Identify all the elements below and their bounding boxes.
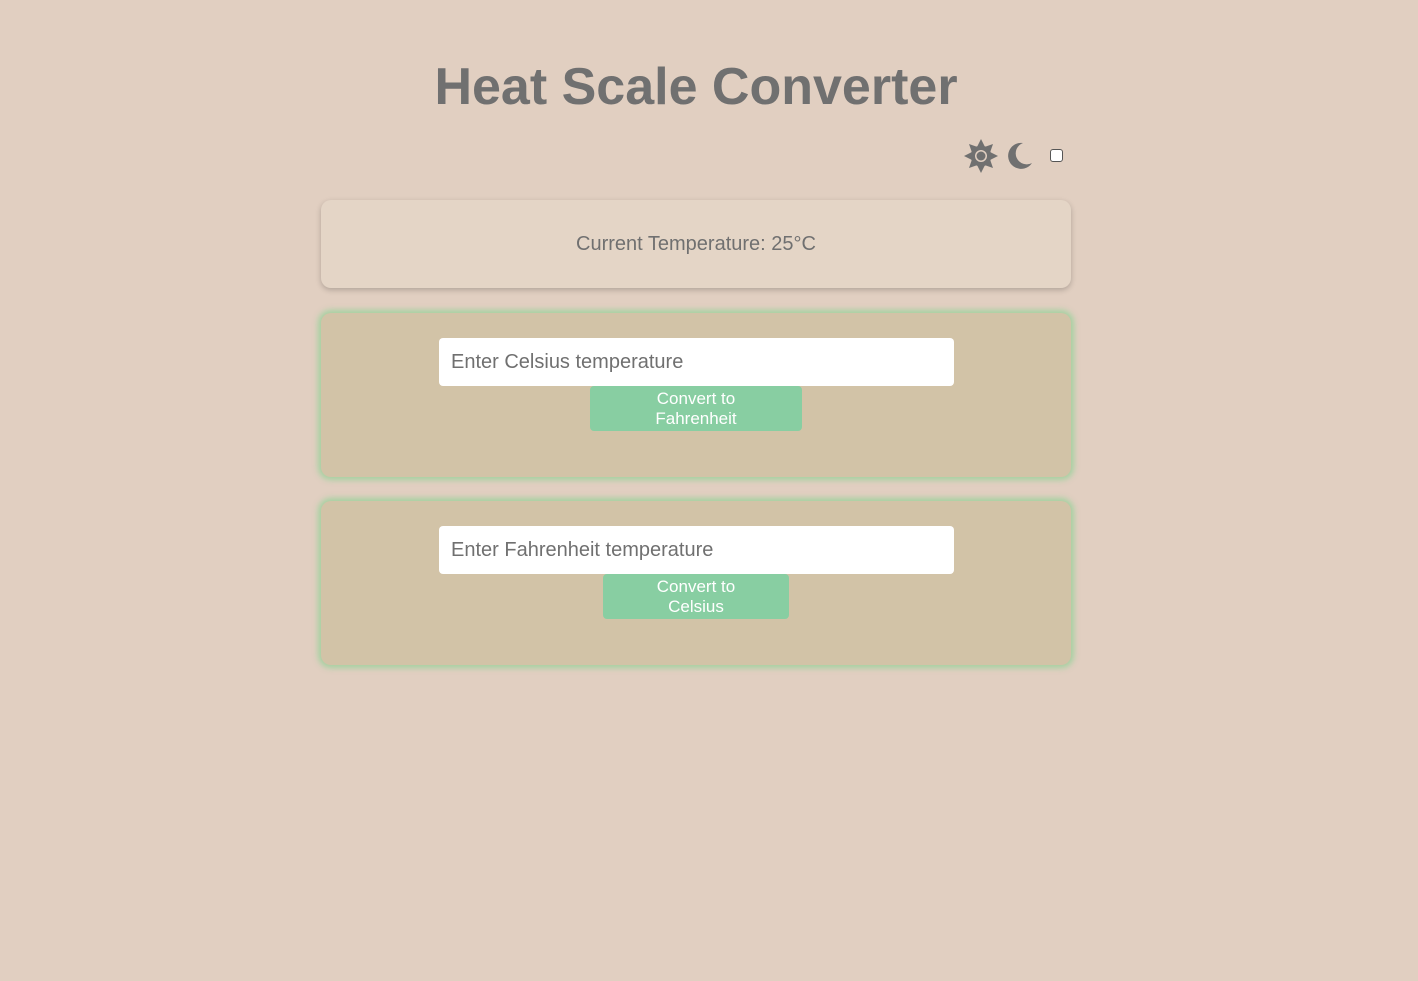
theme-toggle [962,138,1072,176]
celsius-converter-card: Convert to Fahrenheit [321,313,1071,477]
fahrenheit-input[interactable] [439,526,954,574]
sun-icon [964,139,998,173]
dark-mode-checkbox[interactable] [1050,149,1063,162]
current-temperature: Current Temperature: 25°C [576,232,816,255]
convert-to-celsius-button[interactable]: Convert to Celsius [603,574,789,619]
current-temperature-card: Current Temperature: 25°C [321,200,1071,288]
moon-icon [1008,142,1032,169]
page-title: Heat Scale Converter [434,58,958,116]
convert-to-fahrenheit-button[interactable]: Convert to Fahrenheit [590,386,802,431]
page: Heat Scale Converter Current Temperature… [0,0,1418,981]
celsius-input[interactable] [439,338,954,386]
fahrenheit-converter-card: Convert to Celsius [321,501,1071,665]
